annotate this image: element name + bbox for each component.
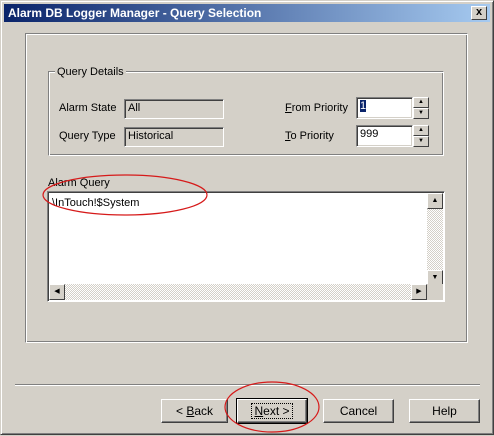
back-prefix: < <box>175 404 187 418</box>
alarm-query-label: Alarm Query <box>48 177 110 189</box>
window-title: Alarm DB Logger Manager - Query Selectio… <box>8 6 262 20</box>
query-type-field: Historical <box>124 127 224 147</box>
alarm-state-field: All <box>124 99 224 119</box>
help-label: Help <box>432 404 457 418</box>
to-priority-label: To Priority <box>285 130 334 142</box>
from-priority-mnemonic: F <box>285 102 292 114</box>
horizontal-scrollbar[interactable]: ◀ ▶ <box>49 284 427 300</box>
from-priority-value: 1 <box>360 100 367 112</box>
spin-up-icon[interactable]: ▲ <box>413 125 429 136</box>
alarm-state-label: Alarm State <box>59 102 117 114</box>
next-button[interactable]: Next > <box>236 398 308 424</box>
query-type-value: Historical <box>128 130 174 142</box>
scroll-up-icon[interactable]: ▲ <box>427 193 443 209</box>
from-priority-label-text: rom Priority <box>291 102 348 114</box>
spin-down-icon[interactable]: ▼ <box>413 108 429 119</box>
spin-up-icon[interactable]: ▲ <box>413 97 429 108</box>
back-button[interactable]: < Back <box>161 399 228 423</box>
spin-down-icon[interactable]: ▼ <box>413 136 429 147</box>
help-button[interactable]: Help <box>409 399 480 423</box>
cancel-button[interactable]: Cancel <box>323 399 394 423</box>
from-priority-input[interactable]: 1 <box>356 97 413 119</box>
dialog-window: Alarm DB Logger Manager - Query Selectio… <box>0 0 494 435</box>
query-type-label: Query Type <box>59 130 116 142</box>
button-separator <box>15 384 480 386</box>
close-button[interactable]: x <box>471 6 487 20</box>
from-priority-label: From Priority <box>285 102 348 114</box>
next-mnemonic: N <box>254 404 264 418</box>
to-priority-value: 999 <box>360 128 379 140</box>
scroll-left-icon[interactable]: ◀ <box>49 284 65 300</box>
cancel-label: Cancel <box>339 404 378 418</box>
title-bar[interactable]: Alarm DB Logger Manager - Query Selectio… <box>4 4 490 22</box>
alarm-query-value: \InTouch!$System <box>52 197 140 209</box>
from-priority-spinner[interactable]: ▲ ▼ <box>413 97 429 119</box>
scrollbar-corner <box>427 284 443 300</box>
scroll-right-icon[interactable]: ▶ <box>411 284 427 300</box>
alarm-state-value: All <box>128 102 141 114</box>
close-icon: x <box>475 6 483 18</box>
to-priority-input[interactable]: 999 <box>356 125 413 147</box>
query-details-title: Query Details <box>55 66 126 78</box>
next-focus: Next > <box>251 403 293 419</box>
vertical-scrollbar[interactable]: ▲ ▼ <box>427 193 443 286</box>
back-label: ack <box>194 404 214 418</box>
next-label: ext > <box>263 404 290 418</box>
alarm-query-textarea[interactable]: \InTouch!$System ▲ ▼ ◀ ▶ <box>47 191 445 302</box>
to-priority-label-text: o Priority <box>290 130 334 142</box>
to-priority-spinner[interactable]: ▲ ▼ <box>413 125 429 147</box>
